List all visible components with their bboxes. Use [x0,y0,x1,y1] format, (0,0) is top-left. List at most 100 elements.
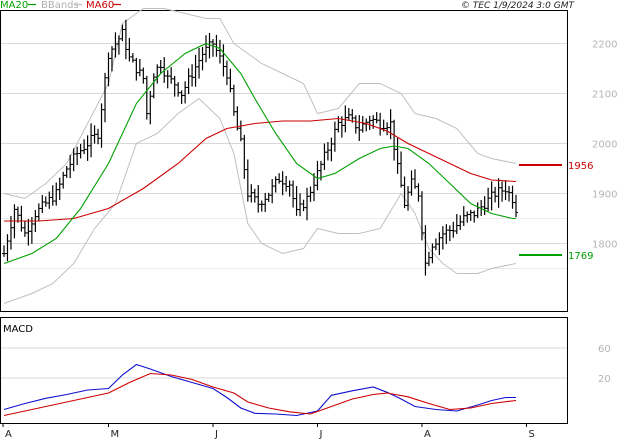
ohlc-bar [127,37,132,62]
ohlc-bar [75,146,80,166]
ohlc-bar [510,185,515,209]
x-tick-label: M [110,429,119,440]
ohlc-bar [78,143,83,159]
ohlc-bar [148,90,153,125]
ohlc-bars [2,19,518,276]
x-tick-label: S [528,429,534,440]
ohlc-bar [109,46,114,72]
ohlc-bar [179,90,184,105]
ohlc-bar [130,53,135,63]
ohlc-bar [486,187,491,212]
ohlc-bar [50,185,55,206]
ohlc-bar [496,178,501,208]
ohlc-bar [113,32,118,58]
ohlc-bar [92,125,97,144]
ohlc-bar [360,116,365,133]
ohlc-bar [238,120,243,142]
ohlc-bar [54,182,59,206]
stock-chart: 1800 1900 2000 2100 2200 20 60 A M J J A S 1956 1769… [0,0,617,440]
ohlc-bar [214,34,219,57]
ohlc-bar [284,175,289,192]
copyright-caption: © TEC 1/9/2024 3:0 GMT [461,1,576,11]
ohlc-bar [197,47,202,79]
ohlc-bar [263,192,268,212]
price-y-tick-label: 1900 [592,190,617,201]
ohlc-bar [64,166,69,178]
ohlc-bar [57,177,62,201]
ohlc-bar [190,64,195,87]
x-tick-label: J [214,429,218,440]
ohlc-bar [40,195,45,214]
ohlc-bar [15,206,20,223]
ohlc-bar [482,196,487,216]
ohlc-bar [388,109,393,140]
macd-y-tick-label: 20 [598,374,611,385]
ohlc-bar [332,121,337,152]
ohlc-bar [458,215,463,231]
ohlc-bar [137,58,142,77]
ohlc-bar [242,134,247,179]
price-y-tick-label: 2000 [592,140,617,151]
ohlc-bar [399,151,404,188]
ohlc-bar [43,196,48,207]
macd-gridlines [1,347,567,379]
ohlc-bar [374,112,379,124]
ohlc-bar [200,46,205,71]
price-level-label: 1769 [568,251,593,262]
ohlc-bar [503,180,508,201]
price-gridlines [1,43,567,269]
ohlc-bar [277,173,282,184]
ohlc-bar [416,183,421,202]
ohlc-bar [259,200,264,212]
ohlc-bar [134,57,139,81]
ohlc-bar [82,139,87,155]
ohlc-bar [426,251,431,267]
ohlc-bar [144,75,149,120]
ohlc-bar [465,211,470,223]
legend-bbands-label: BBands [41,0,79,11]
ohlc-bar [329,137,334,162]
price-level-label: 1956 [568,161,593,172]
macd-lines [3,363,517,417]
ohlc-bar [301,199,306,212]
macd-line [3,363,516,417]
y-tick-labels: 1800 1900 2000 2100 2200 20 60 [592,40,617,386]
ohlc-bar [155,64,160,84]
ohlc-bar [468,209,473,221]
price-y-tick-label: 2200 [592,40,617,51]
ohlc-bar [406,186,411,211]
ohlc-bar [252,188,257,203]
bband-upper-line [3,8,517,200]
ohlc-bar [291,180,296,208]
ohlc-bar [493,186,498,203]
ohlc-bar [256,185,261,213]
ohlc-bar [266,192,271,202]
ohlc-bar [294,186,299,216]
ohlc-bar [221,44,226,77]
ohlc-bar [440,226,445,250]
ohlc-bar [353,115,358,134]
ohlc-bar [378,112,383,136]
ohlc-bar [346,108,351,121]
ohlc-bar [141,67,146,84]
ohlc-bar [183,81,188,104]
price-panel-frame [0,10,568,312]
legend: MA20 BBands MA60 [0,0,121,11]
macd-panel-label: MACD [3,324,33,335]
ohlc-bar [176,82,181,97]
ohlc-bar [273,176,278,193]
ohlc-bar [106,52,111,87]
chart-root: 1800 1900 2000 2100 2200 20 60 A M J J A S 1956 1769… [0,0,627,440]
ohlc-bar [224,60,229,86]
ohlc-bar [472,210,477,223]
ohlc-bar [120,24,125,42]
ohlc-bar [325,142,330,161]
ohlc-bar [500,181,505,202]
ohlc-bar [280,171,285,196]
x-tick-label: J [318,429,322,440]
ohlc-bar [298,193,303,217]
ohlc-bar [245,159,250,202]
ohlc-bar [103,72,108,123]
macd-y-tick-label: 60 [598,344,611,355]
ohlc-bar [447,225,452,242]
